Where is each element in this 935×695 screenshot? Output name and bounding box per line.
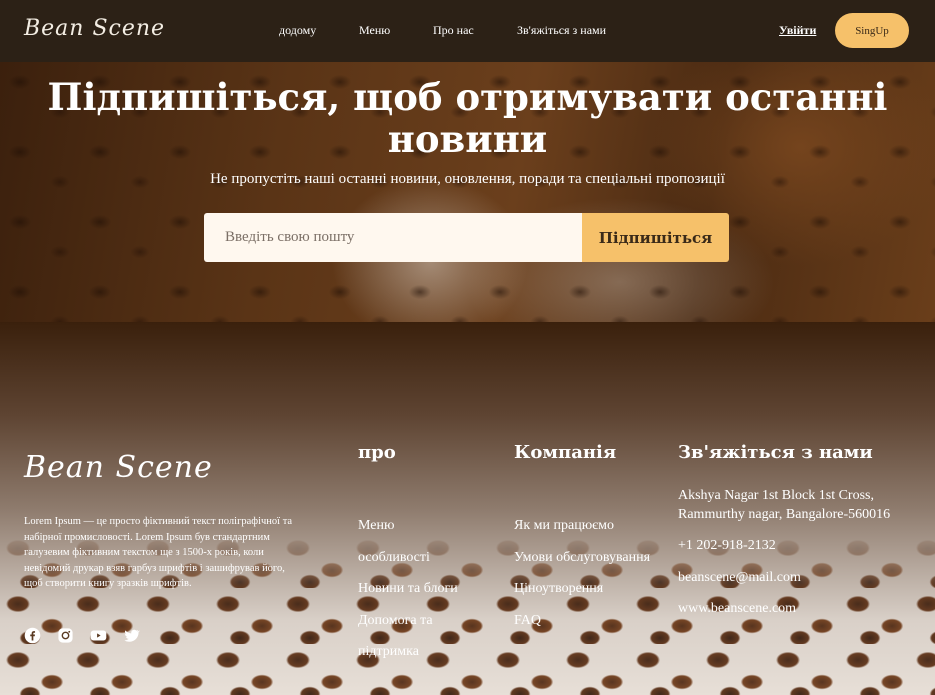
footer-link-pricing[interactable]: Ціноутворення xyxy=(514,573,654,605)
subscribe-button[interactable]: Підпишіться xyxy=(582,213,729,262)
subscribe-title: Підпишіться, щоб отримувати останні нови… xyxy=(47,75,888,161)
footer-link-how-we-work[interactable]: Як ми працюємо xyxy=(514,510,654,542)
signup-button[interactable]: SingUp xyxy=(835,13,909,48)
footer-link-news[interactable]: Новини та блоги xyxy=(358,573,468,605)
instagram-icon[interactable] xyxy=(57,627,74,644)
footer-logo[interactable]: Bean Scene xyxy=(24,450,213,485)
subscribe-section: Підпишіться, щоб отримувати останні нови… xyxy=(0,62,935,322)
footer-company-title: Компанія xyxy=(514,442,617,463)
nav-menu-link[interactable]: Меню xyxy=(359,23,390,38)
login-link[interactable]: Увійти xyxy=(779,23,816,38)
footer-link-support[interactable]: Допомога та підтримка xyxy=(358,605,468,668)
footer-about-title: про xyxy=(358,442,396,463)
footer-link-features[interactable]: особливості xyxy=(358,542,468,574)
top-navbar: Bean Scene додому Меню Про нас Зв'яжітьс… xyxy=(0,0,935,62)
site-footer: Bean Scene Lorem Ipsum — це просто фікти… xyxy=(0,322,935,695)
footer-about-list: Меню особливості Новини та блоги Допомог… xyxy=(358,510,468,668)
footer-link-terms[interactable]: Умови обслуговування xyxy=(514,542,654,574)
subscribe-subtitle: Не пропустіть наші останні новини, оновл… xyxy=(210,171,725,187)
nav-home-link[interactable]: додому xyxy=(279,23,316,38)
footer-contact-title: Зв'яжіться з нами xyxy=(678,442,873,463)
nav-about-link[interactable]: Про нас xyxy=(433,23,474,38)
contact-address: Akshya Nagar 1st Block 1st Cross, Rammur… xyxy=(678,488,891,522)
footer-company-list: Як ми працюємо Умови обслуговування Ціно… xyxy=(514,510,654,636)
email-input[interactable] xyxy=(204,213,584,262)
contact-email[interactable]: beanscene@mail.com xyxy=(678,569,928,587)
footer-description: Lorem Ipsum — це просто фіктивний текст … xyxy=(24,516,293,589)
facebook-icon[interactable] xyxy=(24,627,41,644)
footer-link-menu[interactable]: Меню xyxy=(358,510,468,542)
twitter-icon[interactable] xyxy=(123,627,140,644)
nav-contact-link[interactable]: Зв'яжіться з нами xyxy=(517,23,606,38)
youtube-icon[interactable] xyxy=(90,627,107,644)
footer-contact-block: Akshya Nagar 1st Block 1st Cross, Rammur… xyxy=(678,486,928,618)
footer-link-faq[interactable]: FAQ xyxy=(514,605,654,637)
social-links xyxy=(24,627,140,644)
contact-phone[interactable]: +1 202-918-2132 xyxy=(678,537,928,555)
contact-website[interactable]: www.beanscene.com xyxy=(678,600,928,618)
